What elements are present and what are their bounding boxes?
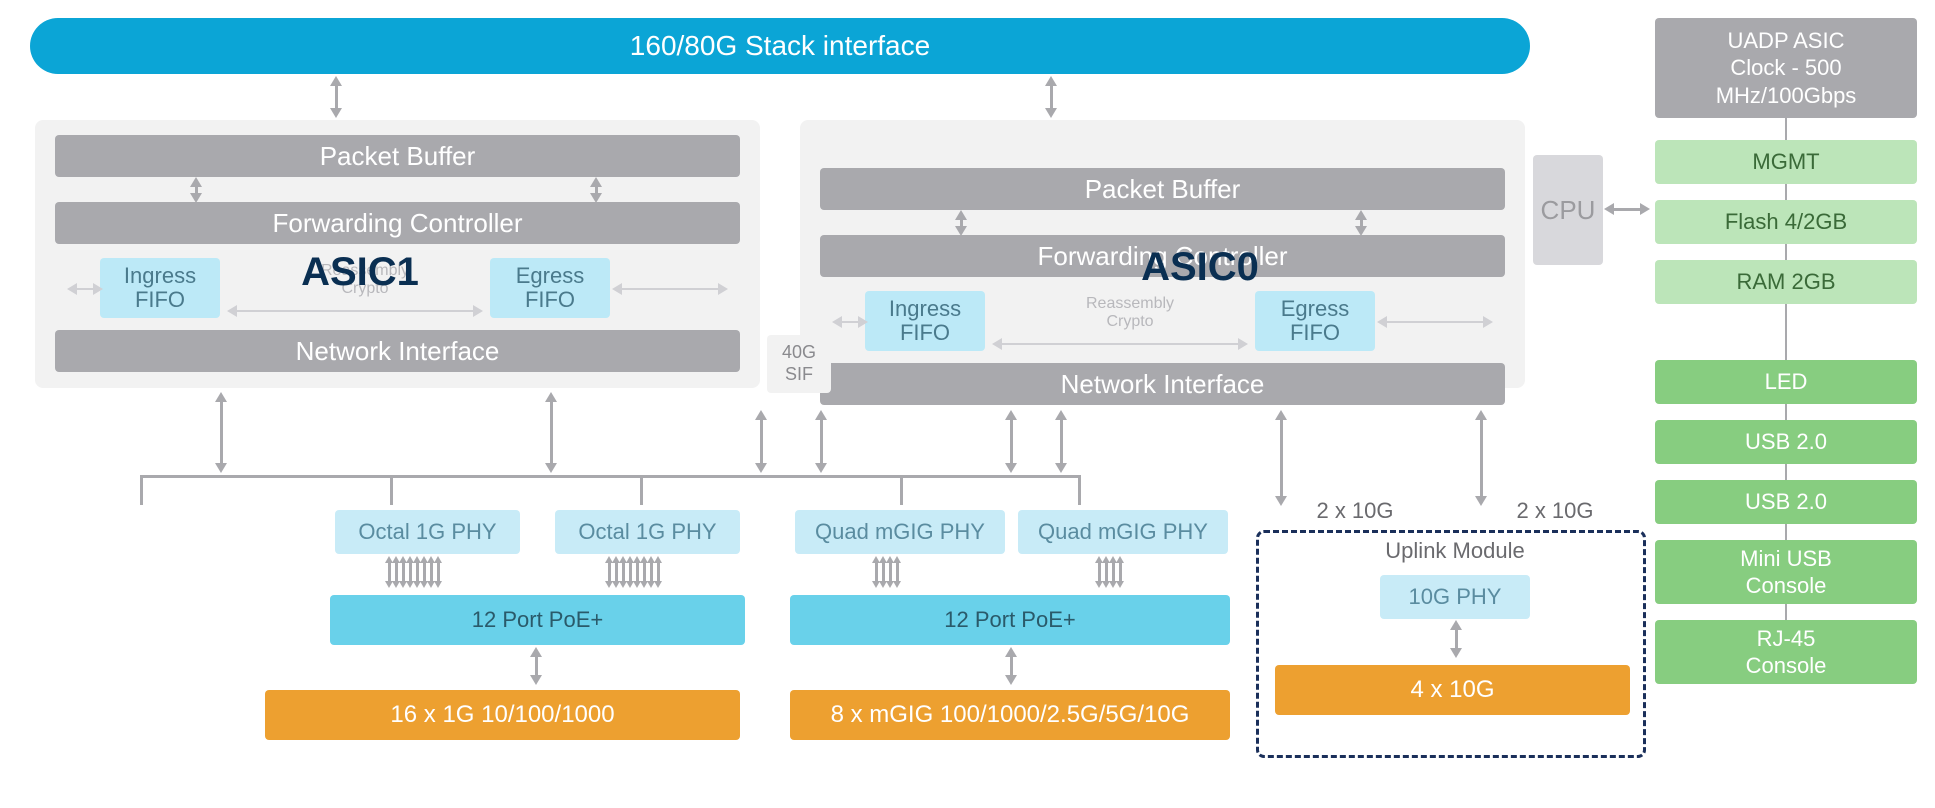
arrow-icon bbox=[75, 288, 95, 290]
side-rj45-console: RJ-45 Console bbox=[1655, 620, 1917, 684]
arrow-icon bbox=[1385, 321, 1485, 323]
side-clock: UADP ASIC Clock - 500 MHz/100Gbps bbox=[1655, 18, 1917, 118]
phy-quad-2: Quad mGIG PHY bbox=[1018, 510, 1228, 554]
vline bbox=[1785, 464, 1787, 480]
arrow-icon bbox=[1480, 418, 1483, 498]
asic1-forwarding-controller: Forwarding Controller bbox=[55, 202, 740, 244]
arrow-icon bbox=[1010, 418, 1013, 465]
mini-arrows-icon bbox=[608, 562, 660, 582]
arrow-icon bbox=[960, 218, 963, 228]
arrow-icon bbox=[620, 288, 720, 290]
vline bbox=[1785, 524, 1787, 540]
asic0-packet-buffer: Packet Buffer bbox=[820, 168, 1505, 210]
side-mini-usb-console: Mini USB Console bbox=[1655, 540, 1917, 604]
asic0-title: ASIC0 bbox=[1100, 245, 1300, 290]
arrow-icon bbox=[1455, 628, 1458, 650]
arrow-icon bbox=[840, 321, 860, 323]
cpu-block: CPU bbox=[1533, 155, 1603, 265]
asic1-packet-buffer: Packet Buffer bbox=[55, 135, 740, 177]
vline bbox=[1785, 404, 1787, 420]
vline bbox=[1078, 475, 1081, 505]
arrow-icon bbox=[820, 418, 823, 465]
vline bbox=[640, 475, 643, 505]
arrow-icon bbox=[1060, 418, 1063, 465]
mini-arrows-icon bbox=[388, 562, 440, 582]
arrow-icon bbox=[1612, 208, 1642, 211]
asic1-egress-fifo: Egress FIFO bbox=[490, 258, 610, 318]
uplink-link-2-label: 2 x 10G bbox=[1500, 498, 1610, 524]
uplink-module-box bbox=[1256, 530, 1646, 758]
phy-octal-2: Octal 1G PHY bbox=[555, 510, 740, 554]
hline bbox=[140, 475, 1080, 478]
asic0-egress-fifo: Egress FIFO bbox=[1255, 291, 1375, 351]
arrow-icon bbox=[1360, 218, 1363, 228]
side-usb-2: USB 2.0 bbox=[1655, 480, 1917, 524]
uplink-ports: 4 x 10G bbox=[1275, 665, 1630, 715]
arrow-icon bbox=[195, 185, 198, 195]
asic1-network-interface: Network Interface bbox=[55, 330, 740, 372]
side-flash: Flash 4/2GB bbox=[1655, 200, 1917, 244]
asic0-ingress-fifo: Ingress FIFO bbox=[865, 291, 985, 351]
arrow-icon bbox=[595, 185, 598, 195]
arrow-icon bbox=[535, 655, 538, 677]
asic0-reassembly-label: Reassembly Crypto bbox=[1070, 295, 1190, 331]
uplink-phy: 10G PHY bbox=[1380, 575, 1530, 619]
poe-block-1: 12 Port PoE+ bbox=[330, 595, 745, 645]
side-ram: RAM 2GB bbox=[1655, 260, 1917, 304]
sif-block: 40G SIF bbox=[767, 335, 831, 393]
vline bbox=[1785, 118, 1787, 140]
arrow-icon bbox=[550, 400, 553, 465]
phy-octal-1: Octal 1G PHY bbox=[335, 510, 520, 554]
asic1-ingress-fifo: Ingress FIFO bbox=[100, 258, 220, 318]
arrow-icon bbox=[1000, 343, 1240, 345]
arrow-icon bbox=[1010, 655, 1013, 677]
phy-quad-1: Quad mGIG PHY bbox=[795, 510, 1005, 554]
side-led: LED bbox=[1655, 360, 1917, 404]
arrow-icon bbox=[1050, 84, 1053, 110]
diagram-root: 160/80G Stack interface Packet Buffer Fo… bbox=[0, 0, 1935, 808]
ports-1g: 16 x 1G 10/100/1000 bbox=[265, 690, 740, 740]
vline bbox=[390, 475, 393, 505]
vline bbox=[1785, 184, 1787, 200]
arrow-icon bbox=[220, 400, 223, 465]
uplink-link-1-label: 2 x 10G bbox=[1300, 498, 1410, 524]
asic0-network-interface: Network Interface bbox=[820, 363, 1505, 405]
mini-arrows-icon bbox=[875, 562, 899, 582]
vline bbox=[1785, 604, 1787, 620]
arrow-icon bbox=[1280, 418, 1283, 498]
mini-arrows-icon bbox=[1098, 562, 1122, 582]
uplink-title: Uplink Module bbox=[1365, 538, 1545, 564]
vline bbox=[1785, 304, 1787, 360]
arrow-icon bbox=[760, 418, 763, 465]
vline bbox=[140, 475, 143, 505]
side-mgmt: MGMT bbox=[1655, 140, 1917, 184]
stack-interface-bar: 160/80G Stack interface bbox=[30, 18, 1530, 74]
asic1-title: ASIC1 bbox=[260, 250, 460, 295]
arrow-icon bbox=[335, 84, 338, 110]
ports-mgig: 8 x mGIG 100/1000/2.5G/5G/10G bbox=[790, 690, 1230, 740]
arrow-icon bbox=[235, 310, 475, 312]
vline bbox=[900, 475, 903, 505]
side-usb-1: USB 2.0 bbox=[1655, 420, 1917, 464]
poe-block-2: 12 Port PoE+ bbox=[790, 595, 1230, 645]
vline bbox=[1785, 244, 1787, 260]
